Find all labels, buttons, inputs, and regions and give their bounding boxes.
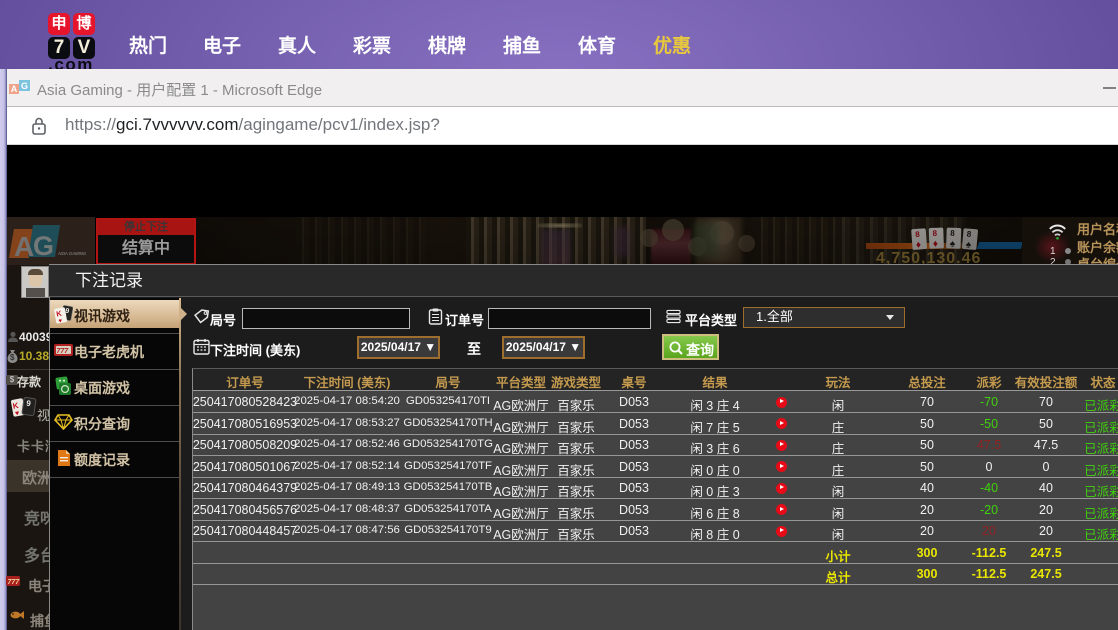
svg-text:ASIA GAMING: ASIA GAMING — [57, 251, 87, 256]
svg-text:G: G — [33, 231, 54, 261]
svg-text:777: 777 — [8, 579, 21, 586]
svg-text:A: A — [14, 231, 34, 262]
svg-text:777: 777 — [57, 348, 70, 355]
svg-text:$: $ — [10, 353, 15, 362]
svg-text:A: A — [11, 84, 18, 94]
svg-text:G: G — [21, 81, 28, 91]
